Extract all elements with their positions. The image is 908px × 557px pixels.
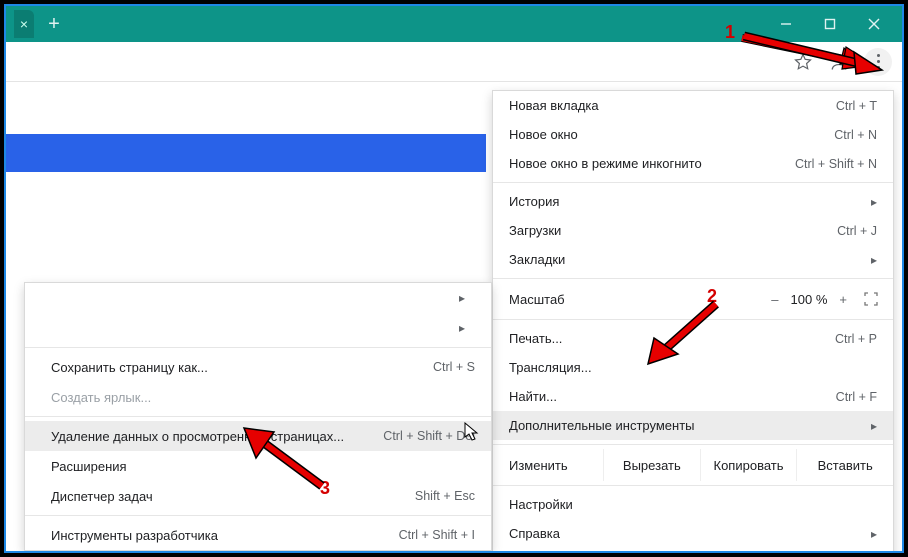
menu-label: Новая вкладка (509, 98, 599, 113)
menu-item-help[interactable]: Справка ▸ (493, 519, 893, 548)
fullscreen-icon (864, 292, 878, 306)
submenu-item-save-page[interactable]: Сохранить страницу как... Ctrl + S (25, 352, 491, 382)
menu-label: Настройки (509, 497, 573, 512)
annotation-1: 1 (725, 22, 735, 43)
edit-paste-button[interactable]: Вставить (796, 449, 893, 481)
cursor-icon (464, 422, 480, 447)
menu-item-print[interactable]: Печать... Ctrl + P (493, 324, 893, 353)
fullscreen-button[interactable] (859, 292, 883, 306)
menu-item-bookmarks[interactable]: Закладки ▸ (493, 245, 893, 274)
menu-shortcut: Ctrl + F (836, 390, 877, 404)
submenu-shortcut: Ctrl + Shift + I (399, 528, 475, 542)
zoom-value: 100 % (791, 292, 828, 307)
kebab-menu-button[interactable] (864, 48, 892, 76)
menu-shortcut: Ctrl + J (837, 224, 877, 238)
menu-item-new-window[interactable]: Новое окно Ctrl + N (493, 120, 893, 149)
menu-label: Масштаб (509, 292, 771, 307)
chevron-right-icon: ▸ (871, 419, 877, 433)
page-content-banner (6, 134, 486, 172)
menu-shortcut: Ctrl + T (836, 99, 877, 113)
menu-item-settings[interactable]: Настройки (493, 490, 893, 519)
more-tools-submenu: ▸ ▸ Сохранить страницу как... Ctrl + S С… (24, 282, 492, 551)
zoom-out-button[interactable]: – (771, 292, 778, 307)
submenu-item-dev-tools[interactable]: Инструменты разработчика Ctrl + Shift + … (25, 520, 491, 550)
edit-cut-button[interactable]: Вырезать (603, 449, 700, 481)
menu-item-downloads[interactable]: Загрузки Ctrl + J (493, 216, 893, 245)
chevron-right-icon: ▸ (871, 253, 877, 267)
menu-label: Найти... (509, 389, 557, 404)
chevron-right-icon: ▸ (871, 195, 877, 209)
menu-item-history[interactable]: История ▸ (493, 187, 893, 216)
profile-icon[interactable] (828, 51, 850, 73)
tab-close-edge[interactable]: × (14, 10, 34, 38)
submenu-shortcut: Ctrl + Shift + Del (383, 429, 475, 443)
chevron-right-icon: ▸ (459, 321, 465, 335)
menu-label: Справка (509, 526, 560, 541)
menu-shortcut: Ctrl + P (835, 332, 877, 346)
zoom-in-button[interactable]: + (839, 292, 847, 307)
submenu-item-create-shortcut: Создать ярлык... (25, 382, 491, 412)
kebab-icon (877, 54, 880, 69)
menu-item-more-tools[interactable]: Дополнительные инструменты ▸ (493, 411, 893, 440)
menu-item-new-tab[interactable]: Новая вкладка Ctrl + T (493, 91, 893, 120)
minimize-icon (780, 18, 792, 30)
menu-label: Дополнительные инструменты (509, 418, 695, 433)
chrome-main-menu: Новая вкладка Ctrl + T Новое окно Ctrl +… (492, 90, 894, 553)
submenu-shortcut: Ctrl + S (433, 360, 475, 374)
chevron-right-icon: ▸ (871, 527, 877, 541)
minimize-button[interactable] (764, 6, 808, 42)
browser-window: × + Новая вкладка Ctrl + T (4, 4, 904, 553)
menu-shortcut: Ctrl + Shift + N (795, 157, 877, 171)
menu-label: Новое окно в режиме инкогнито (509, 156, 702, 171)
menu-label: История (509, 194, 559, 209)
tab-bar: × + (6, 6, 902, 42)
submenu-label: Сохранить страницу как... (51, 360, 208, 375)
submenu-item-task-manager[interactable]: Диспетчер задач Shift + Esc (25, 481, 491, 511)
chevron-right-icon: ▸ (459, 291, 465, 305)
submenu-label: Создать ярлык... (51, 390, 151, 405)
menu-label: Загрузки (509, 223, 561, 238)
menu-item-zoom: Масштаб – 100 % + (493, 283, 893, 315)
close-button[interactable] (852, 6, 896, 42)
menu-label: Закладки (509, 252, 565, 267)
submenu-label: Удаление данных о просмотренных страница… (51, 429, 344, 444)
maximize-icon (824, 18, 836, 30)
menu-item-cast[interactable]: Трансляция... (493, 353, 893, 382)
edit-copy-button[interactable]: Копировать (700, 449, 797, 481)
toolbar (6, 42, 902, 82)
menu-item-edit: Изменить Вырезать Копировать Вставить (493, 449, 893, 481)
star-icon[interactable] (792, 51, 814, 73)
submenu-label: Инструменты разработчика (51, 528, 218, 543)
menu-label: Печать... (509, 331, 562, 346)
submenu-shortcut: Shift + Esc (415, 489, 475, 503)
menu-item-find[interactable]: Найти... Ctrl + F (493, 382, 893, 411)
new-tab-button[interactable]: + (40, 10, 68, 38)
close-icon (868, 18, 880, 30)
annotation-3: 3 (320, 478, 330, 499)
submenu-label: Диспетчер задач (51, 489, 153, 504)
submenu-item-clear-browsing-data[interactable]: Удаление данных о просмотренных страница… (25, 421, 491, 451)
menu-label: Изменить (493, 458, 603, 473)
annotation-2: 2 (707, 286, 717, 307)
menu-label: Новое окно (509, 127, 578, 142)
submenu-item-extensions[interactable]: Расширения (25, 451, 491, 481)
menu-label: Трансляция... (509, 360, 592, 375)
menu-item-incognito[interactable]: Новое окно в режиме инкогнито Ctrl + Shi… (493, 149, 893, 178)
menu-shortcut: Ctrl + N (834, 128, 877, 142)
submenu-label: Расширения (51, 459, 127, 474)
maximize-button[interactable] (808, 6, 852, 42)
